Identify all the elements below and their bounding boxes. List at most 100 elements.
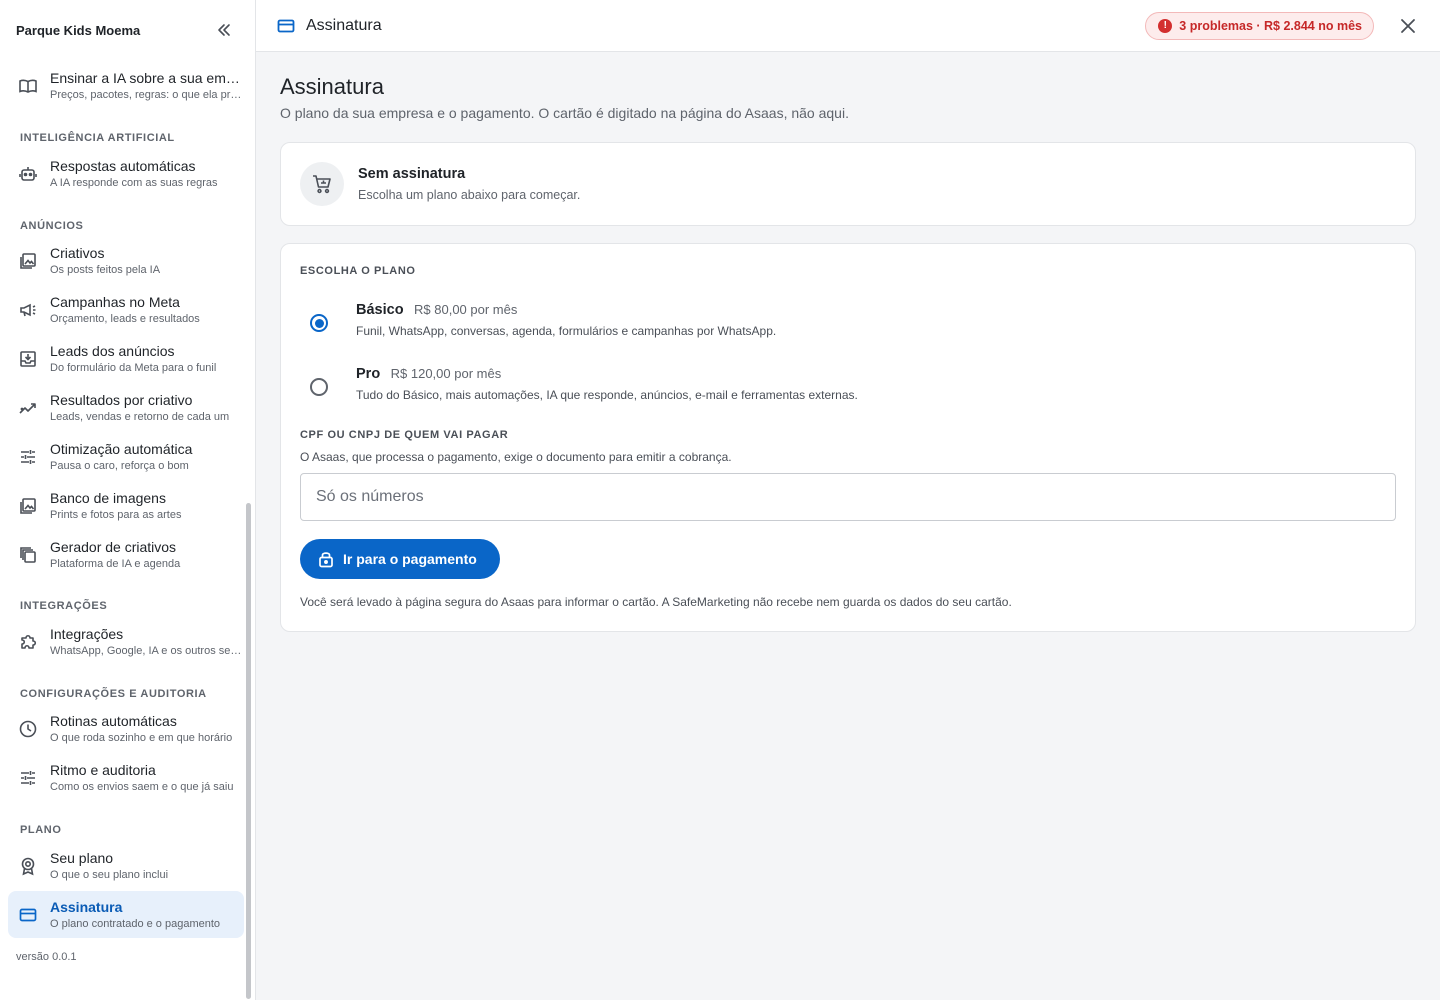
megaphone-icon — [18, 300, 38, 320]
sidebar-nav[interactable]: Ensinar a IA sobre a sua empresa Preços,… — [0, 60, 248, 1000]
sidebar-item-label: Criativos — [50, 244, 105, 261]
collapse-sidebar-button[interactable] — [213, 19, 235, 41]
page-header-title: Assinatura — [306, 16, 382, 34]
sidebar-item-label: Integrações — [50, 625, 124, 642]
lock-icon — [318, 550, 334, 568]
sidebar-item-seu-plano[interactable]: Seu plano O que o seu plano inclui — [8, 842, 244, 889]
sidebar-item-label: Ensinar a IA sobre a sua empresa — [50, 69, 244, 86]
plan-name: Básico — [356, 302, 404, 318]
credit-card-icon — [276, 16, 296, 36]
sidebar-item-sublabel: Orçamento, leads e resultados — [50, 312, 200, 325]
plan-description: Funil, WhatsApp, conversas, agenda, form… — [356, 324, 777, 338]
sidebar-item-resultados-criativo[interactable]: Resultados por criativo Leads, vendas e … — [8, 384, 244, 431]
section-title-configuracoes: CONFIGURAÇÕES E AUDITORIA — [20, 688, 207, 700]
plan-radio-basico[interactable] — [310, 314, 328, 332]
plan-option-pro[interactable]: Pro R$ 120,00 por mês Tudo do Básico, ma… — [300, 365, 1396, 409]
sidebar-item-criativos[interactable]: Criativos Os posts feitos pela IA — [8, 237, 244, 284]
sidebar-item-sublabel: O que o seu plano inclui — [50, 868, 169, 881]
page-subtitle: O plano da sua empresa e o pagamento. O … — [280, 105, 849, 121]
sidebar-item-sublabel: Os posts feitos pela IA — [50, 263, 161, 276]
radio-wrap — [300, 365, 356, 409]
plan-price: R$ 120,00 por mês — [390, 366, 502, 381]
radio-wrap — [300, 301, 356, 345]
sidebar-item-label: Otimização automática — [50, 440, 193, 457]
sidebar-item-sublabel: Prints e fotos para as artes — [50, 508, 182, 521]
clock-icon — [18, 719, 38, 739]
plan-option-basico[interactable]: Básico R$ 80,00 por mês Funil, WhatsApp,… — [300, 301, 1396, 345]
document-input[interactable] — [300, 473, 1396, 521]
go-to-payment-button[interactable]: Ir para o pagamento — [300, 539, 500, 579]
page-title: Assinatura — [280, 74, 384, 99]
section-title-integracoes: INTEGRAÇÕES — [20, 600, 108, 612]
main-content: Assinatura O plano da sua empresa e o pa… — [280, 52, 1416, 632]
sidebar-item-leads-anuncios[interactable]: Leads dos anúncios Do formulário da Meta… — [8, 335, 244, 382]
section-title-anuncios: ANÚNCIOS — [20, 220, 84, 232]
sidebar-item-sublabel: WhatsApp, Google, IA e os outros serviço… — [50, 644, 244, 657]
credit-card-icon — [18, 905, 38, 925]
document-caption: CPF OU CNPJ DE QUEM VAI PAGAR — [300, 429, 509, 441]
copy-layers-icon — [18, 545, 38, 565]
book-open-icon — [18, 76, 38, 96]
sidebar-item-sublabel: Como os envios saem e o que já saiu — [50, 780, 234, 793]
close-button[interactable] — [1396, 14, 1420, 38]
sidebar-item-ensinar-ia[interactable]: Ensinar a IA sobre a sua empresa Preços,… — [8, 62, 244, 109]
puzzle-icon — [18, 632, 38, 652]
cart-icon — [300, 162, 344, 206]
photo-library-icon — [18, 496, 38, 516]
sidebar: Parque Kids Moema Ensinar a IA sobre a s… — [0, 0, 256, 1000]
sidebar-item-sublabel: Pausa o caro, reforça o bom — [50, 459, 189, 472]
sidebar-item-label: Ritmo e auditoria — [50, 761, 156, 778]
subscription-status-card: Sem assinatura Escolha um plano abaixo p… — [280, 142, 1416, 226]
sidebar-item-label: Assinatura — [50, 898, 123, 915]
plans-caption: ESCOLHA O PLANO — [300, 265, 416, 277]
sidebar-item-label: Banco de imagens — [50, 489, 166, 506]
sidebar-item-sublabel: O que roda sozinho e em que horário — [50, 731, 233, 744]
status-title: Sem assinatura — [358, 166, 466, 182]
sidebar-scrollbar[interactable] — [246, 503, 251, 999]
section-title-ia: INTELIGÊNCIA ARTIFICIAL — [20, 132, 175, 144]
go-to-payment-label: Ir para o pagamento — [343, 551, 477, 567]
top-bar: Assinatura ! 3 problemas · R$ 2.844 no m… — [256, 0, 1440, 52]
status-description: Escolha um plano abaixo para começar. — [358, 188, 581, 202]
sidebar-item-sublabel: A IA responde com as suas regras — [50, 176, 218, 189]
sidebar-item-integracoes[interactable]: Integrações WhatsApp, Google, IA e os ou… — [8, 618, 244, 665]
sidebar-item-assinatura[interactable]: Assinatura O plano contratado e o pagame… — [8, 891, 244, 938]
sidebar-item-label: Respostas automáticas — [50, 157, 196, 174]
plan-name: Pro — [356, 366, 381, 382]
company-name: Parque Kids Moema — [16, 22, 141, 38]
plan-text: Básico R$ 80,00 por mês Funil, WhatsApp,… — [356, 301, 776, 338]
sidebar-item-sublabel: O plano contratado e o pagamento — [50, 917, 221, 930]
sidebar-item-gerador-criativos[interactable]: Gerador de criativos Plataforma de IA e … — [8, 531, 244, 578]
sidebar-item-otimizacao-automatica[interactable]: Otimização automática Pausa o caro, refo… — [8, 433, 244, 480]
app-version: versão 0.0.1 — [16, 951, 77, 963]
chevrons-left-icon — [218, 24, 230, 36]
sidebar-item-respostas-automaticas[interactable]: Respostas automáticas A IA responde com … — [8, 150, 244, 197]
sidebar-item-sublabel: Leads, vendas e retorno de cada um — [50, 410, 230, 423]
sidebar-item-sublabel: Do formulário da Meta para o funil — [50, 361, 217, 374]
status-text: Sem assinatura Escolha um plano abaixo p… — [358, 164, 580, 204]
sidebar-item-sublabel: Plataforma de IA e agenda — [50, 557, 181, 570]
sidebar-item-label: Gerador de criativos — [50, 538, 177, 555]
sidebar-item-label: Rotinas automáticas — [50, 712, 177, 729]
plan-description: Tudo do Básico, mais automações, IA que … — [356, 388, 858, 402]
sidebar-item-banco-imagens[interactable]: Banco de imagens Prints e fotos para as … — [8, 482, 244, 529]
sidebar-item-label: Leads dos anúncios — [50, 342, 175, 359]
document-help: O Asaas, que processa o pagamento, exige… — [300, 450, 732, 464]
problems-badge[interactable]: ! 3 problemas · R$ 2.844 no mês — [1145, 11, 1374, 40]
sidebar-item-label: Campanhas no Meta — [50, 293, 180, 310]
sidebar-item-sublabel: Preços, pacotes, regras: o que ela preci… — [50, 88, 244, 101]
section-title-plano: PLANO — [20, 824, 62, 836]
sidebar-item-rotinas-automaticas[interactable]: Rotinas automáticas O que roda sozinho e… — [8, 705, 244, 752]
robot-icon — [18, 164, 38, 184]
trending-up-icon — [18, 398, 38, 418]
plan-radio-pro[interactable] — [310, 378, 328, 396]
sidebar-item-campanhas-meta[interactable]: Campanhas no Meta Orçamento, leads e res… — [8, 286, 244, 333]
tune-icon — [18, 768, 38, 788]
close-icon — [1401, 18, 1415, 33]
plan-selection-card: ESCOLHA O PLANO Básico R$ 80,00 por mês … — [280, 243, 1416, 632]
inbox-download-icon — [18, 349, 38, 369]
sidebar-item-label: Seu plano — [50, 849, 114, 866]
sidebar-item-ritmo-auditoria[interactable]: Ritmo e auditoria Como os envios saem e … — [8, 754, 244, 801]
problems-badge-text: 3 problemas · R$ 2.844 no mês — [1179, 18, 1362, 33]
plan-price: R$ 80,00 por mês — [414, 302, 518, 317]
